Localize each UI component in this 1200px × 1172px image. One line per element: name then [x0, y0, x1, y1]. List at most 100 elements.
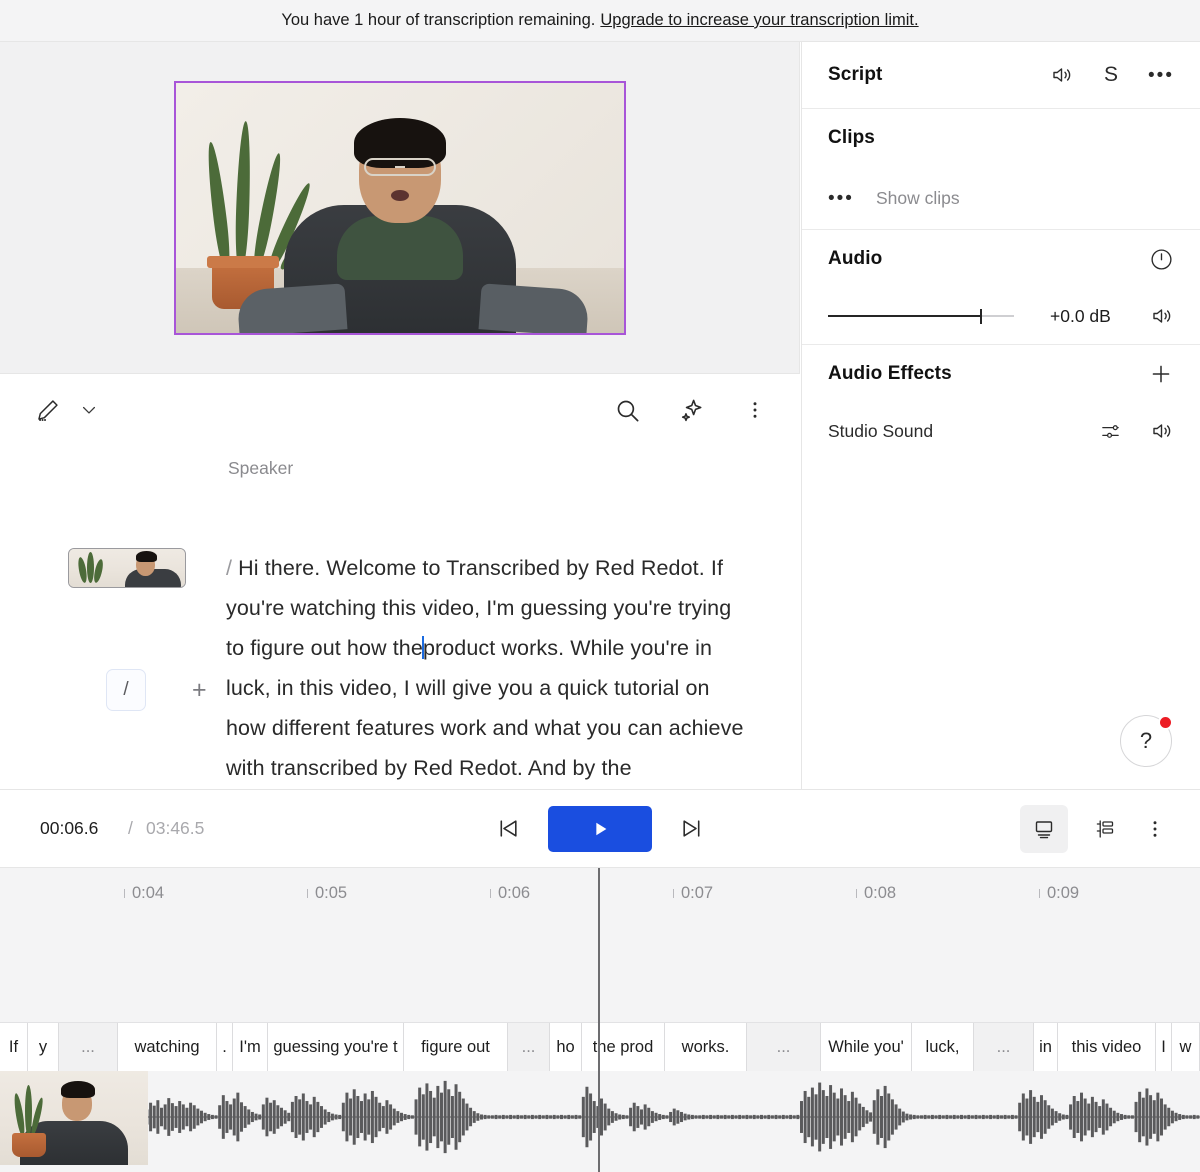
tick-label: 0:08: [864, 884, 897, 902]
tick-label: 0:04: [132, 884, 165, 902]
add-block-button[interactable]: +: [192, 678, 207, 703]
app-root: You have 1 hour of transcription remaini…: [0, 0, 1200, 1172]
volume-icon[interactable]: [1050, 63, 1074, 87]
audio-effects-header: Audio Effects: [802, 345, 1200, 403]
transcript-toolbar: [0, 374, 800, 446]
person-hair: [136, 551, 158, 562]
timeline-tracks-icon[interactable]: [1094, 817, 1118, 841]
studio-sound-s-icon[interactable]: S: [1104, 63, 1118, 87]
help-button[interactable]: ?: [1120, 715, 1173, 767]
tick-mark-icon: [673, 889, 674, 898]
play-icon: [596, 822, 607, 835]
video-preview-stage[interactable]: [0, 42, 800, 373]
chevron-down-icon[interactable]: [79, 400, 99, 420]
audio-gain-row[interactable]: +0.0 dB: [802, 288, 1200, 344]
tick-mark-icon: [490, 889, 491, 898]
timeline-word-chip[interactable]: .: [217, 1023, 233, 1071]
ruler-tick: 0:09: [1039, 884, 1079, 903]
speaker-label[interactable]: Speaker: [228, 458, 293, 479]
tick-mark-icon: [307, 889, 308, 898]
more-vertical-icon[interactable]: [744, 399, 766, 421]
timeline-gap-chip[interactable]: ...: [59, 1023, 118, 1071]
upgrade-link[interactable]: Upgrade to increase your transcription l…: [600, 11, 918, 30]
volume-icon[interactable]: [1150, 419, 1174, 443]
timeline-ruler[interactable]: 0:04 0:05 0:06 0:07 0:08 0:09: [0, 868, 1200, 1023]
timeline-word-chip[interactable]: in: [1034, 1023, 1058, 1071]
timeline-word-chip[interactable]: ho: [550, 1023, 582, 1071]
clip-thumbnail[interactable]: [0, 1071, 148, 1165]
person-mouth: [390, 190, 409, 201]
timeline-word-chip[interactable]: While you': [821, 1023, 912, 1071]
tick-label: 0:07: [681, 884, 714, 902]
skip-next-icon[interactable]: [678, 815, 705, 842]
clip-thumbnail-still: [0, 1071, 148, 1165]
more-horizontal-icon[interactable]: •••: [1148, 66, 1174, 85]
timeline-gap-chip[interactable]: ...: [508, 1023, 550, 1071]
timeline-word-chip[interactable]: this video: [1058, 1023, 1156, 1071]
glasses-icon: [363, 157, 436, 176]
plus-label: +: [192, 676, 207, 704]
ruler-tick: 0:08: [856, 884, 896, 903]
script-title: Script: [828, 64, 883, 85]
sliders-icon[interactable]: [1099, 420, 1122, 443]
timeline-word-chip[interactable]: figure out: [404, 1023, 508, 1071]
timeline-word-chip[interactable]: the prod: [582, 1023, 665, 1071]
sparkle-ai-icon[interactable]: [679, 397, 706, 424]
speaker-thumbnail[interactable]: [68, 548, 186, 588]
clips-section: Clips ••• Show clips: [802, 109, 1200, 230]
audio-gain-slider[interactable]: [828, 308, 1014, 324]
timeline-word-chip[interactable]: luck,: [912, 1023, 974, 1071]
script-header: Script S •••: [802, 42, 1200, 108]
clips-title: Clips: [828, 127, 875, 148]
more-vertical-icon[interactable]: [1144, 818, 1166, 840]
clips-header: Clips: [802, 109, 1200, 167]
script-section: Script S •••: [802, 42, 1200, 109]
timeline-word-chip[interactable]: guessing you're t: [268, 1023, 404, 1071]
timeline-word-chip[interactable]: watching: [118, 1023, 217, 1071]
view-controls: [1020, 804, 1166, 853]
tick-label: 0:09: [1047, 884, 1080, 902]
word-chip-track[interactable]: If y... watching. I'm guessing you're t figur…: [0, 1023, 1200, 1071]
slash-command-badge[interactable]: /: [106, 669, 146, 711]
slash-badge-label: /: [123, 679, 129, 700]
captions-layout-icon[interactable]: [1020, 804, 1068, 853]
person-collar: [336, 216, 463, 280]
plus-icon[interactable]: [1148, 361, 1174, 387]
plant-leaf-icon: [92, 558, 105, 584]
reset-clock-icon[interactable]: [1149, 247, 1174, 272]
properties-sidebar: Script S ••• Clips ••• Show clips Audio …: [801, 42, 1200, 789]
plant-pot-icon: [12, 1133, 46, 1157]
show-clips-row[interactable]: ••• Show clips: [802, 167, 1200, 229]
pencil-edit-icon[interactable]: [34, 397, 61, 424]
video-frame-selected[interactable]: [173, 80, 626, 335]
ruler-tick: 0:04: [124, 884, 164, 903]
audio-header: Audio: [802, 230, 1200, 288]
ruler-tick: 0:05: [307, 884, 347, 903]
thumbnail-still: [69, 549, 185, 587]
timeline-word-chip[interactable]: If: [0, 1023, 28, 1071]
volume-icon[interactable]: [1150, 304, 1174, 328]
show-clips-label[interactable]: Show clips: [876, 188, 960, 209]
transcript-text[interactable]: / Hi there. Welcome to Transcribed by Re…: [226, 548, 746, 788]
play-button[interactable]: [548, 805, 652, 852]
timeline-gap-chip[interactable]: ...: [974, 1023, 1034, 1071]
more-horizontal-icon[interactable]: •••: [828, 189, 854, 208]
playhead[interactable]: [598, 868, 600, 1172]
tick-mark-icon: [1039, 889, 1040, 898]
audio-effects-title: Audio Effects: [828, 363, 952, 384]
timeline-word-chip[interactable]: w: [1172, 1023, 1200, 1071]
tick-mark-icon: [856, 889, 857, 898]
effect-name: Studio Sound: [828, 420, 934, 441]
waveform-track[interactable]: [0, 1071, 1200, 1172]
timeline-word-chip[interactable]: works.: [665, 1023, 747, 1071]
slider-fill: [828, 315, 981, 317]
audio-effect-item[interactable]: Studio Sound: [802, 403, 1200, 459]
search-icon[interactable]: [614, 397, 641, 424]
timeline-gap-chip[interactable]: ...: [747, 1023, 821, 1071]
timeline-word-chip[interactable]: I: [1156, 1023, 1172, 1071]
slider-knob[interactable]: [979, 308, 982, 324]
total-time: 03:46.5: [146, 818, 205, 838]
timeline-word-chip[interactable]: y: [28, 1023, 59, 1071]
skip-previous-icon[interactable]: [495, 815, 522, 842]
timeline-word-chip[interactable]: I'm: [233, 1023, 268, 1071]
